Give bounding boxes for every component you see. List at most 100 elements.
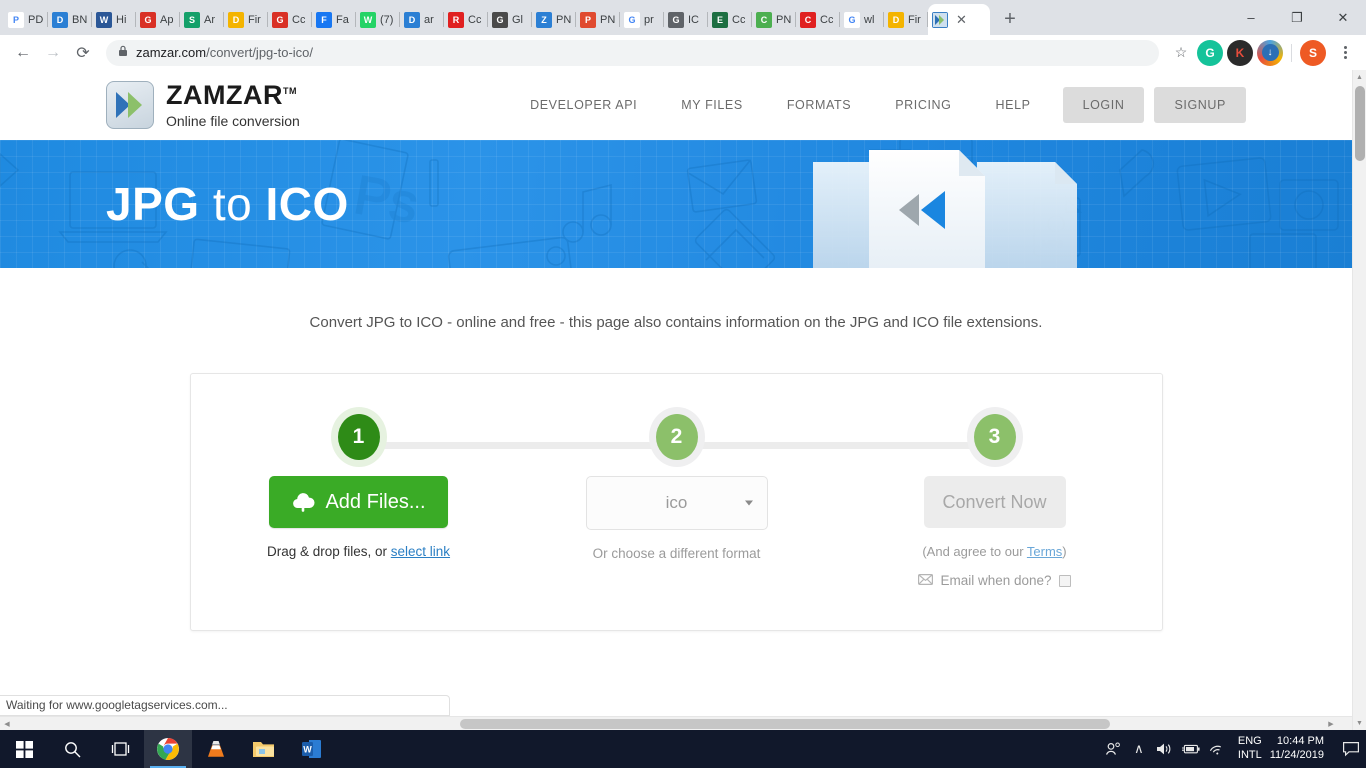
horizontal-scroll-thumb[interactable] bbox=[460, 719, 1110, 729]
word-taskbar-icon[interactable]: W bbox=[288, 730, 336, 768]
step-3: 3 bbox=[895, 414, 1095, 460]
tab-close-icon[interactable]: ✕ bbox=[956, 13, 967, 26]
back-button[interactable]: ← bbox=[8, 38, 38, 68]
tab-0[interactable]: P PD bbox=[4, 4, 48, 35]
tab-14[interactable]: Gpr bbox=[620, 4, 664, 35]
tab-10[interactable]: R Cc bbox=[444, 4, 488, 35]
vlc-taskbar-icon[interactable] bbox=[192, 730, 240, 768]
task-view-button[interactable] bbox=[96, 730, 144, 768]
convert-icon: C bbox=[756, 11, 772, 28]
hero-title-from: JPG bbox=[106, 178, 200, 230]
add-files-button[interactable]: Add Files... bbox=[269, 476, 448, 528]
search-button[interactable] bbox=[48, 730, 96, 768]
tab-2[interactable]: W Hi bbox=[92, 4, 136, 35]
chrome-menu-button[interactable] bbox=[1332, 46, 1358, 59]
step-indicator: 1 2 3 bbox=[191, 414, 1162, 476]
convert-now-button[interactable]: Convert Now bbox=[923, 476, 1066, 528]
nav-formats[interactable]: FORMATS bbox=[765, 98, 873, 112]
tab-8[interactable]: W (7) bbox=[356, 4, 400, 35]
clock[interactable]: 10:44 PM 11/24/2019 bbox=[1270, 735, 1324, 763]
scroll-down-arrow[interactable]: ▼ bbox=[1353, 716, 1366, 730]
tab-label: ar bbox=[424, 13, 434, 26]
converter-column-3: Convert Now (And agree to our Terms) Ema… bbox=[865, 476, 1125, 588]
maximize-button[interactable]: ❐ bbox=[1274, 0, 1320, 35]
nav-pricing[interactable]: PRICING bbox=[873, 98, 973, 112]
chevron-down-icon bbox=[744, 500, 753, 506]
word-icon: W bbox=[96, 11, 112, 28]
tab-11[interactable]: G Gl bbox=[488, 4, 532, 35]
address-bar[interactable]: zamzar.com /convert/jpg-to-ico/ bbox=[106, 39, 1159, 66]
tab-4[interactable]: S Ar bbox=[180, 4, 224, 35]
converter-card: 1 2 3 Add Files... Drag & drop files, or… bbox=[189, 373, 1163, 631]
speaker-icon[interactable] bbox=[1152, 742, 1178, 756]
select-link-link[interactable]: select link bbox=[391, 544, 450, 559]
pdf-icon: P bbox=[8, 11, 24, 28]
close-window-button[interactable]: ✕ bbox=[1320, 0, 1366, 35]
google-icon: G bbox=[844, 11, 860, 28]
wifi-icon[interactable] bbox=[1204, 743, 1230, 756]
tab-18[interactable]: C Cc bbox=[796, 4, 840, 35]
profile-avatar[interactable]: S bbox=[1300, 39, 1326, 66]
vertical-scroll-thumb[interactable] bbox=[1355, 86, 1365, 161]
tab-7[interactable]: F Fa bbox=[312, 4, 356, 35]
terms-suffix: ) bbox=[1062, 544, 1067, 559]
envelope-icon bbox=[918, 573, 934, 588]
clock-date: 11/24/2019 bbox=[1269, 749, 1324, 761]
signup-button[interactable]: SIGNUP bbox=[1154, 87, 1246, 123]
tab-3[interactable]: G Ap bbox=[136, 4, 180, 35]
forward-button[interactable]: → bbox=[38, 38, 68, 68]
language-indicator[interactable]: ENG INTL bbox=[1238, 735, 1262, 763]
people-icon[interactable] bbox=[1100, 742, 1126, 756]
notification-icon[interactable] bbox=[1336, 741, 1366, 757]
login-button[interactable]: LOGIN bbox=[1062, 87, 1145, 123]
tab-label: Fa bbox=[336, 13, 349, 26]
tab-15[interactable]: G IC bbox=[664, 4, 708, 35]
tab-1[interactable]: D BN bbox=[48, 4, 92, 35]
bookmark-star-icon[interactable]: ☆ bbox=[1167, 39, 1195, 67]
tab-13[interactable]: P PN bbox=[576, 4, 620, 35]
tab-17[interactable]: C PN bbox=[752, 4, 796, 35]
start-button[interactable] bbox=[0, 730, 48, 768]
chrome-taskbar-icon[interactable] bbox=[144, 730, 192, 768]
new-tab-button[interactable]: + bbox=[996, 5, 1024, 33]
lock-icon bbox=[118, 45, 128, 60]
file-explorer-taskbar-icon[interactable] bbox=[240, 730, 288, 768]
hero-title-mid: to bbox=[212, 178, 253, 230]
tab-label: Cc bbox=[820, 13, 834, 26]
tab-6[interactable]: G Cc bbox=[268, 4, 312, 35]
horizontal-scrollbar[interactable]: ◀ ▶ bbox=[0, 716, 1352, 730]
tab-label: Ar bbox=[204, 13, 215, 26]
tab-16[interactable]: E Cc bbox=[708, 4, 752, 35]
grammarly-extension-icon[interactable]: G bbox=[1197, 39, 1223, 66]
tab-20[interactable]: D Fir bbox=[884, 4, 928, 35]
tab-5[interactable]: D Fir bbox=[224, 4, 268, 35]
reload-button[interactable]: ⟳ bbox=[68, 38, 98, 68]
url-domain: zamzar.com bbox=[136, 45, 207, 60]
converter-column-1: Add Files... Drag & drop files, or selec… bbox=[229, 476, 489, 559]
scroll-left-arrow[interactable]: ◀ bbox=[0, 717, 14, 730]
nav-developer-api[interactable]: DEVELOPER API bbox=[508, 98, 659, 112]
kami-extension-icon[interactable]: K bbox=[1227, 39, 1253, 66]
nav-help[interactable]: HELP bbox=[974, 98, 1053, 112]
tab-19[interactable]: Gwl bbox=[840, 4, 884, 35]
nav-my-files[interactable]: MY FILES bbox=[659, 98, 765, 112]
scroll-right-arrow[interactable]: ▶ bbox=[1324, 717, 1338, 730]
zamzar-logo[interactable]: ZAMZARTM Online file conversion bbox=[106, 81, 300, 129]
downloader-extension-icon[interactable]: ↓ bbox=[1257, 39, 1283, 66]
tab-12[interactable]: Z PN bbox=[532, 4, 576, 35]
converter-actions: Add Files... Drag & drop files, or selec… bbox=[191, 476, 1162, 588]
step-2: 2 bbox=[577, 414, 777, 460]
tray-expand-chevron-icon[interactable]: ∧ bbox=[1126, 741, 1152, 757]
whatsapp-icon: W bbox=[360, 11, 376, 28]
minimize-button[interactable]: ‒ bbox=[1228, 0, 1274, 35]
format-select[interactable]: ico bbox=[585, 476, 768, 530]
scroll-up-arrow[interactable]: ▲ bbox=[1353, 70, 1366, 84]
tab-active-zamzar[interactable]: ✕ bbox=[928, 4, 990, 35]
step-1: 1 bbox=[259, 414, 459, 460]
tab-label: Fir bbox=[908, 13, 921, 26]
tab-9[interactable]: Dar bbox=[400, 4, 444, 35]
vertical-scrollbar[interactable]: ▲ ▼ bbox=[1352, 70, 1366, 730]
email-when-done-checkbox[interactable] bbox=[1058, 574, 1071, 587]
battery-icon[interactable] bbox=[1178, 743, 1204, 755]
terms-link[interactable]: Terms bbox=[1027, 544, 1062, 559]
